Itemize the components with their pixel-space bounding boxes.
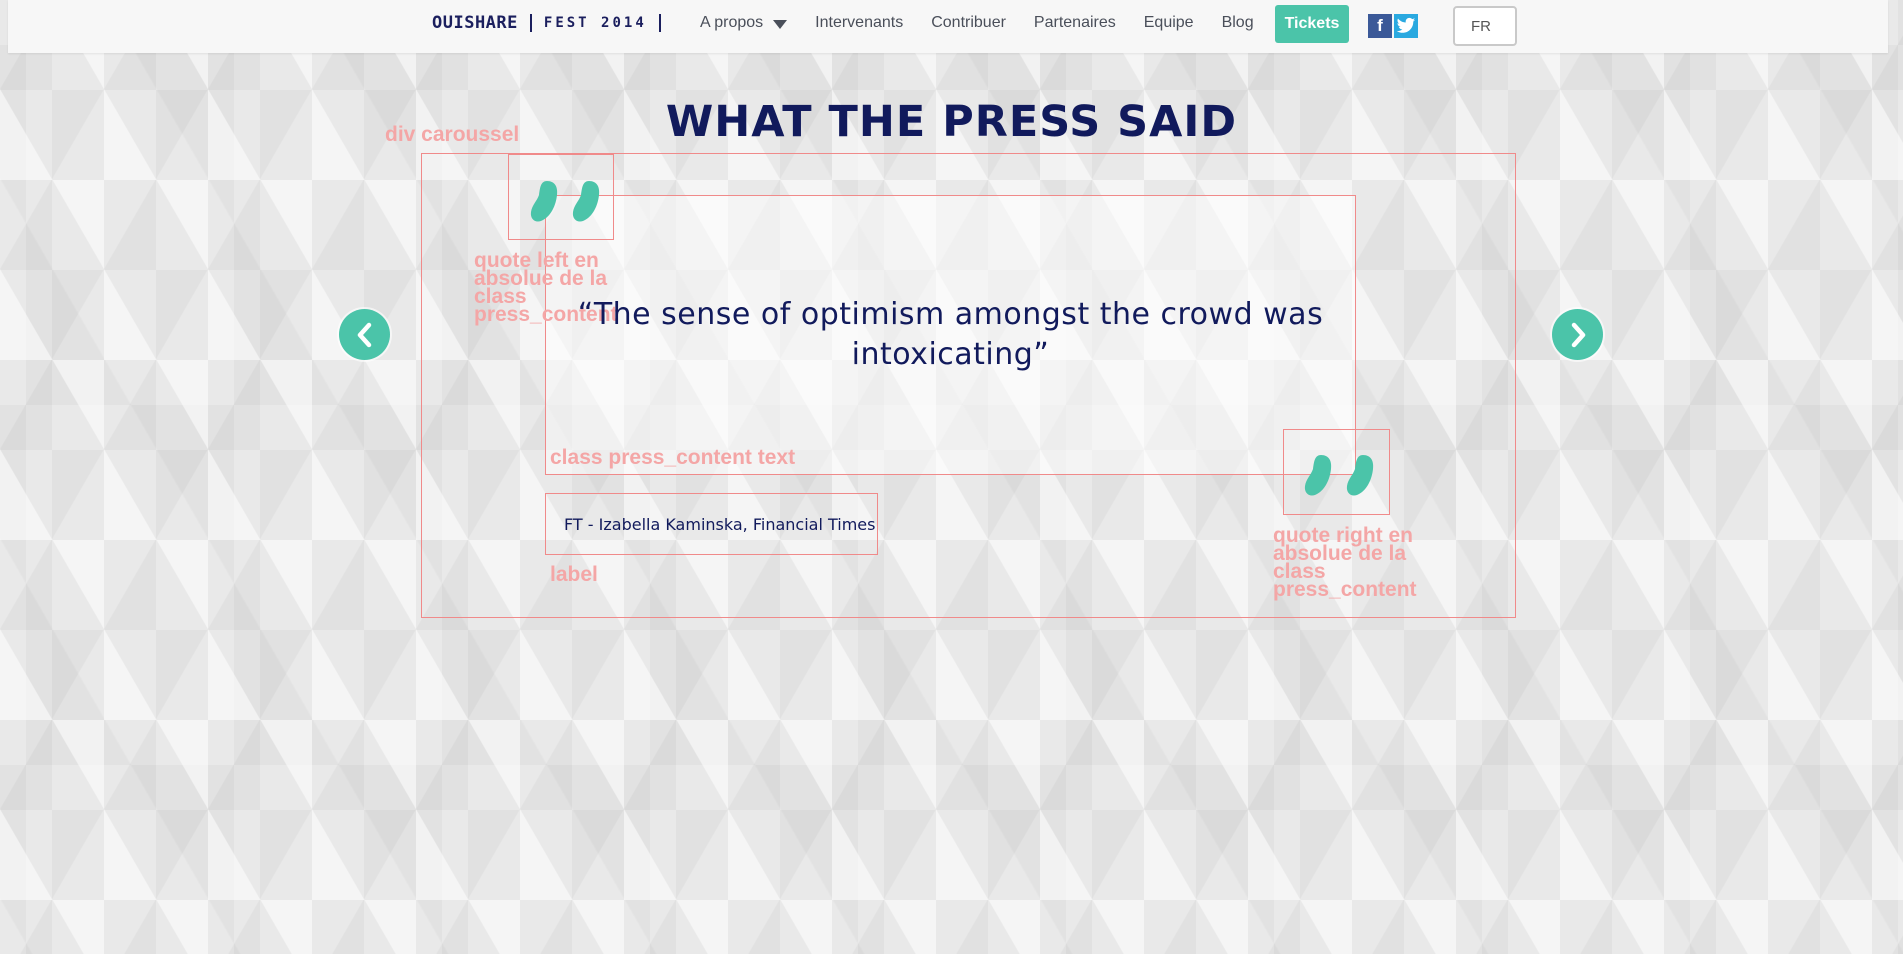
chevron-right-icon <box>1571 322 1585 347</box>
nav-item-label: A propos <box>700 14 764 31</box>
nav-item-a-propos[interactable]: A propos <box>700 14 788 32</box>
nav-links: A propos Intervenants Contribuer Partena… <box>700 14 1282 32</box>
logo-separator <box>529 14 532 32</box>
nav-item-partenaires[interactable]: Partenaires <box>1034 14 1116 32</box>
press-source-label: FT - Izabella Kaminska, Financial Times <box>545 493 878 555</box>
carousel-prev-button[interactable] <box>339 309 390 360</box>
quote-right-icon <box>1304 455 1374 496</box>
logo-event: FEST 2014 <box>543 15 647 31</box>
quote-left-icon <box>530 181 600 222</box>
nav-item-contribuer[interactable]: Contribuer <box>931 14 1006 32</box>
nav-item-blog[interactable]: Blog <box>1222 14 1254 32</box>
logo-separator-end <box>658 14 661 32</box>
caret-down-icon <box>773 20 788 29</box>
tickets-button[interactable]: Tickets <box>1275 5 1349 43</box>
logo[interactable]: OUISHARE FEST 2014 <box>432 12 673 34</box>
annotation-quote-right: quote right en absolue de la class press… <box>1273 524 1417 601</box>
carousel-next-button[interactable] <box>1552 309 1603 360</box>
language-select[interactable]: FR <box>1453 6 1517 46</box>
annotation-label: label <box>550 563 598 586</box>
annotation-press-content: class press_content text <box>550 446 796 469</box>
press-quote: “The sense of optimism amongst the crowd… <box>577 297 1324 372</box>
social-links: f <box>1368 14 1418 38</box>
nav-item-intervenants[interactable]: Intervenants <box>815 14 903 32</box>
logo-brand: OUISHARE <box>432 13 518 33</box>
facebook-icon[interactable]: f <box>1368 14 1392 38</box>
navbar: OUISHARE FEST 2014 A propos Intervenants… <box>8 0 1888 53</box>
twitter-icon[interactable] <box>1394 14 1418 38</box>
chevron-left-icon <box>357 322 371 347</box>
section-title: WHAT THE PRESS SAID <box>665 97 1238 147</box>
nav-item-equipe[interactable]: Equipe <box>1144 14 1194 32</box>
annotation-carousel: div caroussel <box>385 123 520 146</box>
